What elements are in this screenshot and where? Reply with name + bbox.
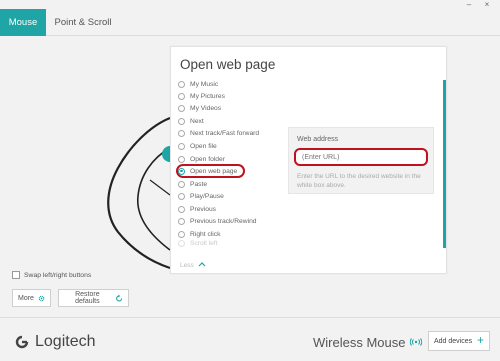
option-label: Right click	[190, 230, 221, 238]
option-paste[interactable]: Paste	[178, 178, 207, 190]
radio-icon[interactable]	[178, 192, 185, 200]
less-toggle[interactable]: Less	[180, 261, 206, 269]
option-previous-track[interactable]: Previous track/Rewind	[178, 215, 257, 227]
brand-name: Logitech	[35, 333, 96, 350]
radio-icon[interactable]	[178, 129, 185, 137]
radio-icon[interactable]	[178, 142, 185, 150]
swap-label: Swap left/right buttons	[24, 271, 92, 279]
option-open-file[interactable]: Open file	[178, 140, 217, 152]
option-previous[interactable]: Previous	[178, 203, 216, 215]
top-bar: Mouse Point & Scroll – ×	[0, 0, 500, 36]
option-right-click[interactable]: Right click	[178, 228, 220, 240]
tab-mouse[interactable]: Mouse	[0, 9, 46, 36]
radio-icon[interactable]	[178, 217, 185, 225]
radio-icon[interactable]	[178, 117, 185, 125]
option-scroll-left[interactable]: Scroll left	[178, 240, 218, 248]
radio-icon[interactable]	[178, 230, 185, 238]
option-label: My Pictures	[190, 92, 225, 100]
less-label: Less	[180, 262, 194, 269]
option-label: My Videos	[190, 104, 222, 112]
close-icon[interactable]: ×	[480, 0, 494, 9]
option-label: Open file	[190, 142, 217, 150]
option-label: Play/Pause	[190, 192, 224, 200]
option-label: Open web page	[190, 167, 238, 175]
add-devices-button[interactable]: Add devices +	[428, 331, 490, 351]
logitech-logo: Logitech	[15, 333, 96, 351]
option-label: Previous track/Rewind	[190, 217, 257, 225]
radio-icon[interactable]	[178, 80, 185, 88]
option-next[interactable]: Next	[178, 115, 204, 127]
option-open-web-page[interactable]: Open web page	[178, 165, 237, 177]
radio-icon[interactable]	[178, 92, 185, 100]
plus-icon: +	[476, 333, 484, 347]
add-devices-label: Add devices	[434, 337, 473, 345]
refresh-icon	[115, 294, 122, 302]
web-address-help: Enter the URL to the desired website in …	[297, 173, 421, 189]
mouse-side-line	[149, 179, 171, 196]
option-my-pictures[interactable]: My Pictures	[178, 90, 225, 102]
more-label: More	[18, 294, 34, 302]
radio-icon[interactable]	[178, 104, 185, 112]
panel-title: Open web page	[180, 57, 276, 72]
option-my-music[interactable]: My Music	[178, 78, 218, 90]
web-address-box: Web address Enter the URL to the desired…	[288, 127, 434, 194]
option-play-pause[interactable]: Play/Pause	[178, 190, 224, 202]
option-my-videos[interactable]: My Videos	[178, 102, 221, 114]
device-name: Wireless Mouse	[313, 335, 406, 350]
restore-defaults-button[interactable]: Restore defaults	[58, 289, 129, 307]
option-label: My Music	[190, 80, 219, 88]
wireless-signal-icon	[410, 338, 422, 346]
minimize-icon[interactable]: –	[462, 0, 476, 9]
gear-icon	[38, 295, 45, 301]
logitech-g-icon	[15, 335, 29, 349]
more-button[interactable]: More	[12, 289, 51, 307]
option-next-track[interactable]: Next track/Fast forward	[178, 127, 259, 139]
option-label: Open folder	[190, 155, 225, 163]
option-label: Previous	[190, 205, 217, 213]
option-label: Next track/Fast forward	[190, 129, 260, 137]
footer-bar: Logitech Wireless Mouse Add devices +	[0, 317, 500, 361]
radio-icon[interactable]	[178, 205, 185, 213]
option-label: Next	[190, 117, 204, 125]
radio-selected-icon[interactable]	[178, 167, 185, 175]
radio-icon[interactable]	[178, 180, 185, 188]
option-label: Paste	[190, 180, 208, 188]
restore-label: Restore defaults	[75, 291, 100, 305]
panel-scrollbar[interactable]	[443, 80, 446, 248]
url-input[interactable]	[294, 148, 428, 166]
radio-icon[interactable]	[178, 155, 185, 163]
tab-point-scroll[interactable]: Point & Scroll	[50, 9, 116, 36]
swap-checkbox[interactable]	[12, 271, 20, 279]
web-address-label: Web address	[297, 136, 339, 143]
swap-buttons-option[interactable]: Swap left/right buttons	[12, 271, 91, 279]
mouse-button-divider	[136, 147, 171, 251]
option-label: Scroll left	[190, 240, 218, 247]
chevron-up-icon	[198, 262, 205, 267]
radio-icon[interactable]	[178, 240, 185, 247]
